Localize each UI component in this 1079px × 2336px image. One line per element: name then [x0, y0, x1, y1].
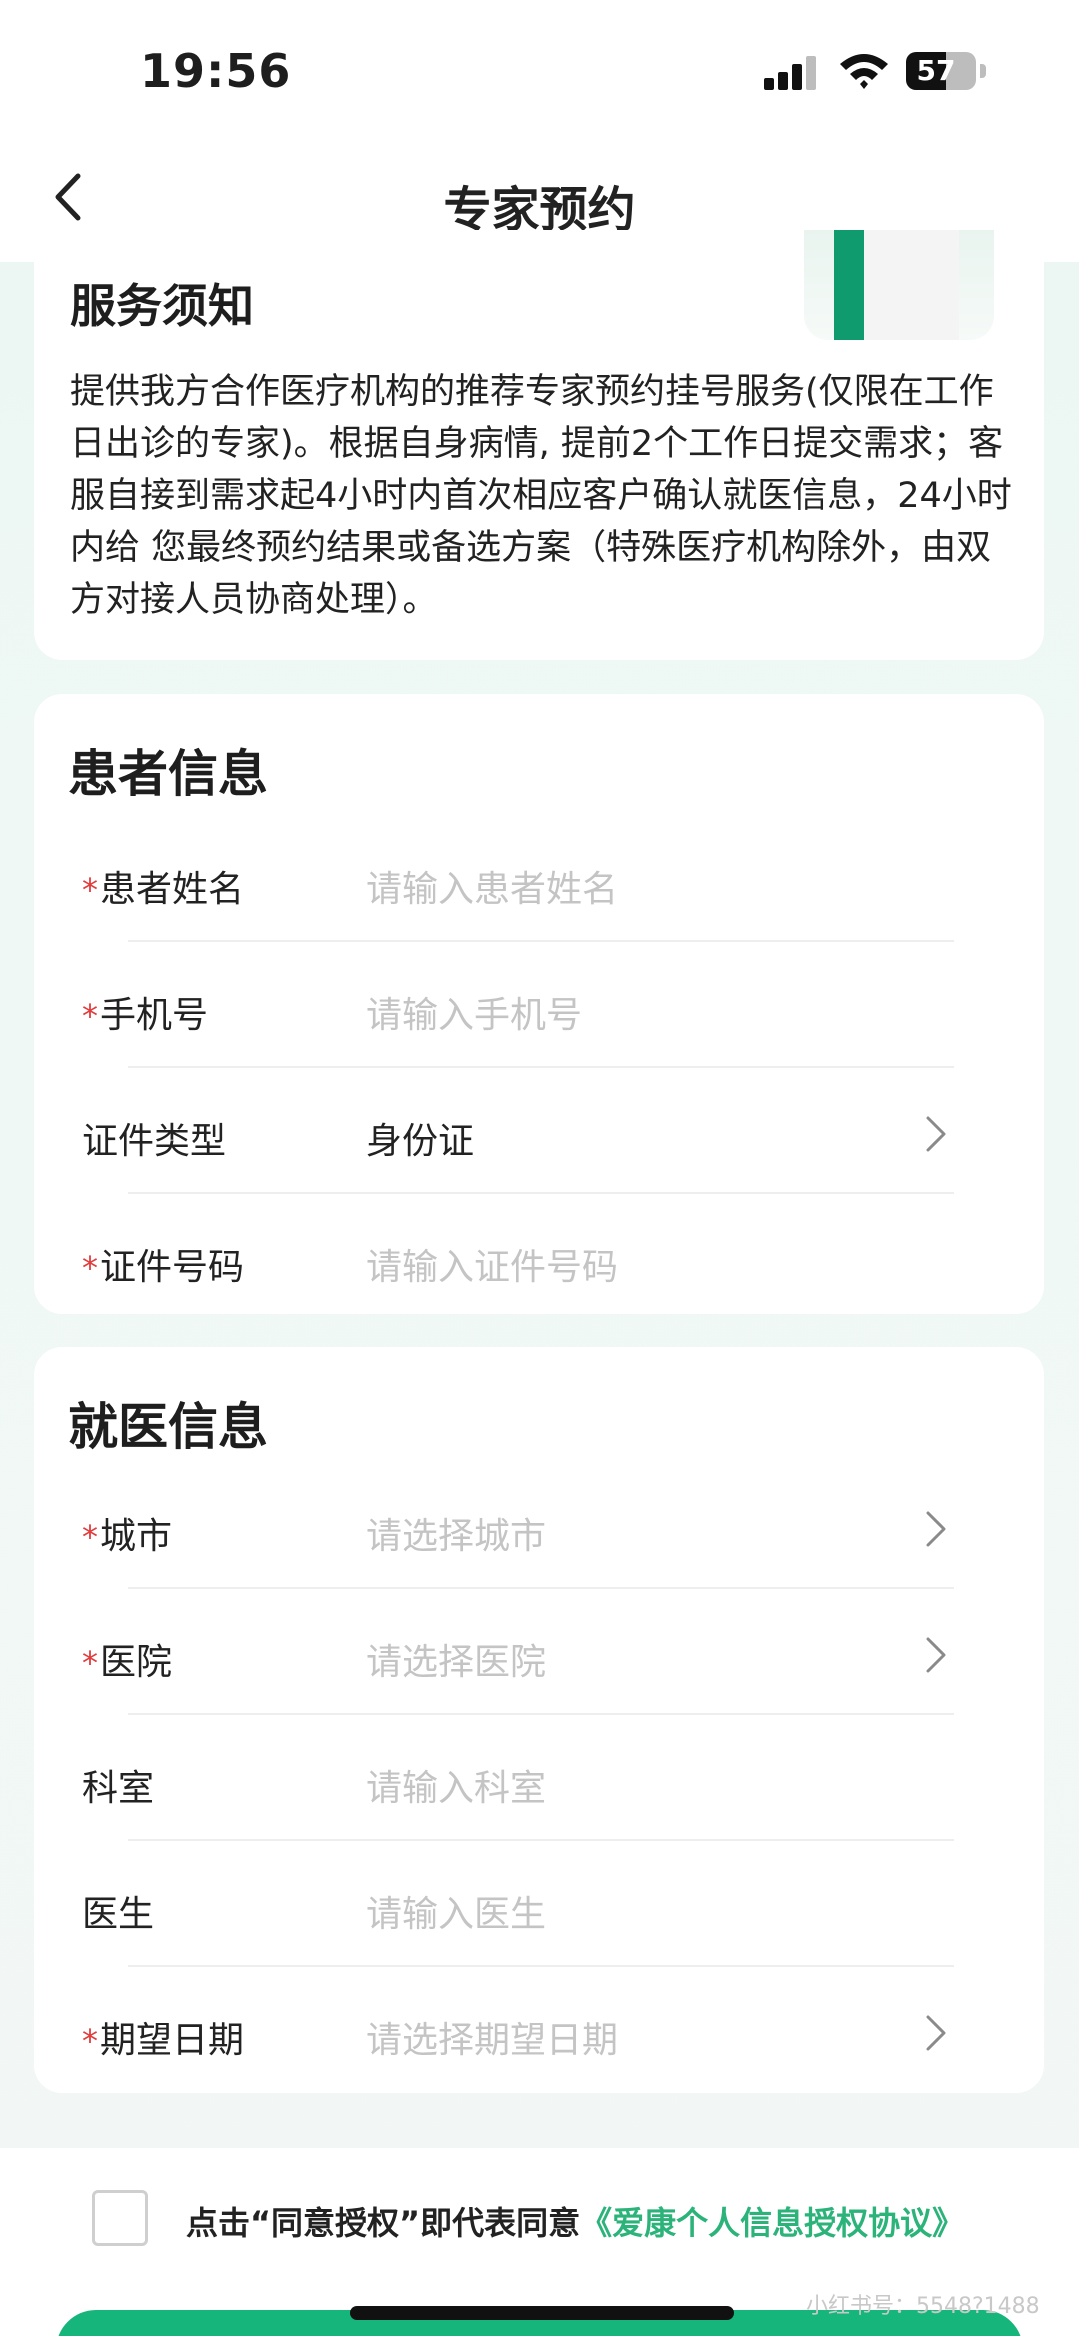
medical-info-card: 就医信息 *城市 请选择城市 *医院 请选择医院 科室 请输入科室 医生 请输入…: [34, 1347, 1044, 2093]
id-type-label: 证件类型: [82, 1121, 227, 1162]
wifi-icon: [840, 54, 888, 89]
chevron-right-icon: [926, 1511, 946, 1547]
field-label: 期望日期: [100, 2020, 245, 2061]
doctor-label: 医生: [82, 1894, 155, 1935]
notice-title: 服务须知: [70, 279, 254, 333]
field-label: 证件号码: [100, 1247, 245, 1288]
patient-name-label: *患者姓名: [82, 860, 244, 912]
chevron-right-icon: [926, 1637, 946, 1673]
status-bar: 19:56 57: [0, 0, 1079, 140]
id-number-input[interactable]: 请输入证件号码: [366, 1238, 618, 1290]
agree-checkbox[interactable]: [92, 2190, 148, 2246]
hospital-select[interactable]: 请选择医院: [366, 1633, 546, 1685]
patient-section-title: 患者信息: [68, 745, 268, 803]
home-indicator: [350, 2306, 734, 2320]
field-label: 医院: [100, 1642, 173, 1683]
field-label: 患者姓名: [100, 869, 245, 910]
medical-section-title: 就医信息: [68, 1398, 268, 1456]
department-row[interactable]: 科室 请输入科室: [34, 1715, 1044, 1841]
patient-name-row[interactable]: *患者姓名 请输入患者姓名: [34, 816, 1044, 942]
patient-name-input[interactable]: 请输入患者姓名: [366, 860, 618, 912]
id-type-select[interactable]: 身份证: [366, 1112, 474, 1164]
notice-body: 提供我方合作医疗机构的推荐专家预约挂号服务(仅限在工作日出诊的专家)。根据自身病…: [70, 372, 1012, 620]
required-mark: *: [82, 871, 98, 909]
battery-icon: 57: [906, 52, 976, 90]
field-label: 手机号: [100, 995, 209, 1036]
city-row[interactable]: *城市 请选择城市: [34, 1463, 1044, 1589]
service-notice-card: 服务须知 提供我方合作医疗机构的推荐专家预约挂号服务(仅限在工作日出诊的专家)。…: [34, 230, 1044, 660]
patient-info-card: 患者信息 *患者姓名 请输入患者姓名 *手机号 请输入手机号 证件类型 身份证 …: [34, 694, 1044, 1314]
expected-date-select[interactable]: 请选择期望日期: [366, 2011, 618, 2063]
agreement-prefix: 点击“同意授权”即代表同意: [186, 2204, 581, 2242]
doctor-illustration: [804, 230, 994, 340]
agreement-link[interactable]: 《爱康个人信息授权协议》: [580, 2204, 964, 2242]
department-input[interactable]: 请输入科室: [366, 1759, 546, 1811]
required-mark: *: [82, 1644, 98, 1682]
phone-row[interactable]: *手机号 请输入手机号: [34, 942, 1044, 1068]
field-label: 城市: [100, 1516, 173, 1557]
cellular-signal-icon: [764, 56, 820, 90]
phone-input[interactable]: 请输入手机号: [366, 986, 582, 1038]
chevron-right-icon: [926, 1116, 946, 1152]
watermark: 小红书号：5548?1488: [806, 2294, 1040, 2319]
required-mark: *: [82, 1518, 98, 1556]
id-number-label: *证件号码: [82, 1238, 244, 1290]
expected-date-row[interactable]: *期望日期 请选择期望日期: [34, 1967, 1044, 2093]
required-mark: *: [82, 2022, 98, 2060]
status-time: 19:56: [140, 44, 292, 98]
required-mark: *: [82, 1249, 98, 1287]
city-select[interactable]: 请选择城市: [366, 1507, 546, 1559]
chevron-right-icon: [926, 2015, 946, 2051]
expected-date-label: *期望日期: [82, 2011, 244, 2063]
doctor-input[interactable]: 请输入医生: [366, 1885, 546, 1937]
phone-label: *手机号: [82, 986, 208, 1038]
doctor-row[interactable]: 医生 请输入医生: [34, 1841, 1044, 1967]
required-mark: *: [82, 997, 98, 1035]
department-label: 科室: [82, 1768, 155, 1809]
battery-tip: [980, 64, 986, 78]
hospital-label: *医院: [82, 1633, 172, 1685]
city-label: *城市: [82, 1507, 172, 1559]
hospital-row[interactable]: *医院 请选择医院: [34, 1589, 1044, 1715]
battery-level: 57: [916, 54, 956, 87]
id-type-row[interactable]: 证件类型 身份证: [34, 1068, 1044, 1194]
id-number-row[interactable]: *证件号码 请输入证件号码: [34, 1194, 1044, 1320]
agreement-text: 点击“同意授权”即代表同意《爱康个人信息授权协议》: [186, 2198, 964, 2244]
